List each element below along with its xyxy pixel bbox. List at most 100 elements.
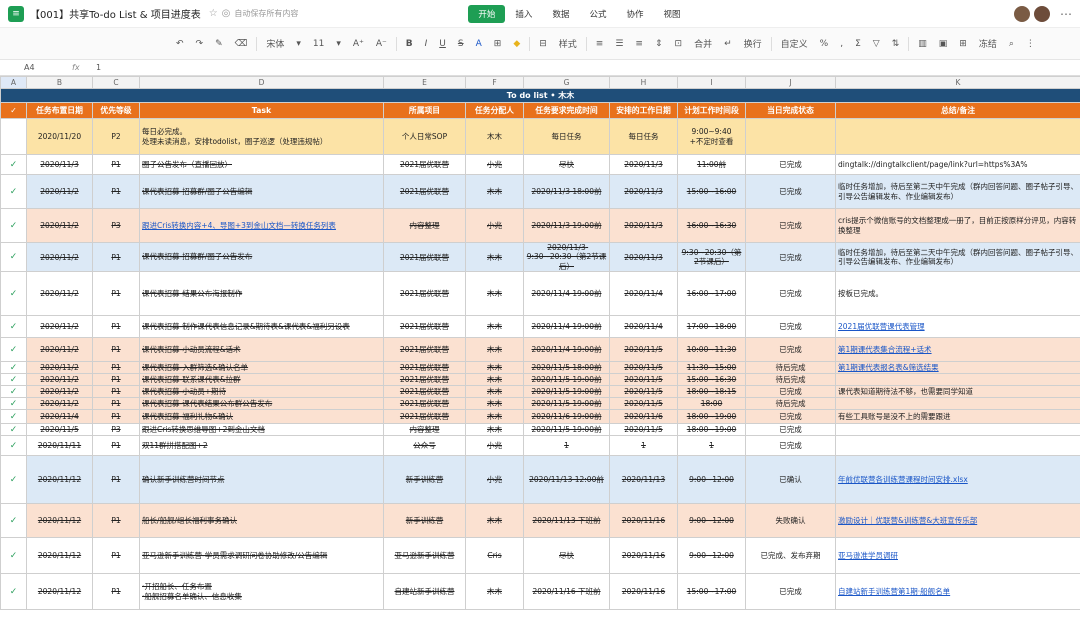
bold-icon[interactable]: B [400, 39, 419, 49]
font-increase-icon[interactable]: A⁺ [347, 39, 370, 49]
freeze-button[interactable]: 冻结 [973, 37, 1003, 50]
cell-priority[interactable]: P1 [92, 455, 140, 505]
cell-due[interactable]: 2020/11/3 9:30~20:30（第2节课后） [523, 241, 610, 273]
cell-workdate[interactable]: 2020/11/4 [609, 271, 678, 317]
column-header[interactable]: D [139, 76, 384, 89]
cell-date[interactable]: 2020/11/2 [26, 337, 93, 363]
cell-due[interactable]: 尽快 [523, 537, 610, 575]
cell-owner[interactable]: 木木 [465, 373, 524, 387]
fill-color-icon[interactable]: ◆ [507, 39, 526, 49]
cell-priority[interactable]: P1 [92, 271, 140, 317]
search-icon[interactable]: ⌕ [1003, 39, 1020, 49]
cell-date[interactable]: 2020/11/2 [26, 315, 93, 339]
cell-notes[interactable] [835, 435, 1080, 457]
cell-check[interactable]: ✓ [0, 537, 27, 575]
wrap-icon[interactable]: ↵ [718, 39, 738, 49]
cell-date[interactable]: 2020/11/12 [26, 503, 93, 539]
cell-due[interactable]: 2020/11/5 19:00前 [523, 397, 610, 411]
cell-check[interactable]: ✓ [0, 271, 27, 317]
cell-owner[interactable]: 小兆 [465, 455, 524, 505]
cell-workdate[interactable]: 2020/11/6 [609, 409, 678, 425]
column-header[interactable]: G [523, 76, 610, 89]
cell-workdate[interactable]: 2020/11/5 [609, 373, 678, 387]
cell-date[interactable]: 2020/11/11 [26, 435, 93, 457]
cell-priority[interactable]: P1 [92, 503, 140, 539]
cell-notes[interactable] [835, 373, 1080, 387]
cell-check[interactable]: ✓ [0, 241, 27, 273]
cell-timeslot[interactable]: 10:00~11:30 [677, 337, 746, 363]
chevron-down-icon[interactable]: ▾ [290, 39, 307, 49]
cell-project[interactable]: 新手训练营 [383, 455, 466, 505]
filter-icon[interactable]: ▽ [867, 39, 886, 49]
cell-status[interactable]: 失败确认 [745, 503, 836, 539]
document-title[interactable]: 【001】共享To-do List & 项目进度表 [30, 6, 201, 21]
format-painter-icon[interactable]: ✎ [209, 39, 229, 49]
cell-project[interactable]: 内容整理 [383, 208, 466, 243]
cell-workdate[interactable]: 2020/11/3 [609, 154, 678, 175]
strikethrough-icon[interactable]: S [452, 39, 470, 49]
header-priority[interactable]: 优先等级 [92, 102, 140, 119]
cell-task[interactable]: 课代表招募-结果公布海报制作 [139, 271, 384, 317]
cell-owner[interactable]: 木木 [465, 174, 524, 209]
header-check[interactable]: ✓ [0, 102, 27, 119]
cell-date[interactable]: 2020/11/2 [26, 271, 93, 317]
cell-notes[interactable] [835, 423, 1080, 437]
column-header[interactable]: H [609, 76, 678, 89]
menu-formula[interactable]: 公式 [579, 5, 616, 23]
cell-owner[interactable]: Cris [465, 537, 524, 575]
formula-input[interactable]: 1 [92, 63, 101, 72]
cell-task[interactable]: 课代表招募-小动员流程&话术 [139, 337, 384, 363]
cell-due[interactable]: 2020/11/3 18:00前 [523, 174, 610, 209]
header-workdate[interactable]: 安排的工作日期 [609, 102, 678, 119]
align-right-icon[interactable]: ≡ [629, 39, 649, 49]
cell-check[interactable]: ✓ [0, 503, 27, 539]
cell-task[interactable]: ·开招船长、任务布置 ·船舰招募名单确认、信息收集 [139, 573, 384, 611]
cell-status[interactable]: 已完成 [745, 385, 836, 399]
cell-status[interactable]: 待后完成 [745, 361, 836, 375]
cell-owner[interactable]: 小兆 [465, 435, 524, 457]
cell-priority[interactable]: P1 [92, 573, 140, 611]
align-center-icon[interactable]: ☰ [609, 39, 629, 49]
cell-due[interactable]: 2020/11/5 18:00前 [523, 361, 610, 375]
cell-workdate[interactable]: 2020/11/16 [609, 573, 678, 611]
cell-task[interactable]: 课代表招募-联系课代表&拉群 [139, 373, 384, 387]
cell-priority[interactable]: P1 [92, 537, 140, 575]
cell-notes[interactable]: dingtalk://dingtalkclient/page/link?url=… [835, 154, 1080, 175]
cell-notes[interactable]: cris提示个微信账号的文档整理成一册了，目前正按原样分评见，内容转换整理 [835, 208, 1080, 243]
cell-status[interactable]: 已完成 [745, 208, 836, 243]
freeze-icon[interactable]: ⊞ [953, 39, 973, 49]
cell-date[interactable]: 2020/11/2 [26, 373, 93, 387]
cell-workdate[interactable]: 2020/11/5 [609, 337, 678, 363]
cell-notes[interactable]: 第1期课代表报名表&筛选结果 [835, 361, 1080, 375]
cell-priority[interactable]: P1 [92, 241, 140, 273]
cell-notes[interactable]: 亚马逊准学员调研 [835, 537, 1080, 575]
cell-owner[interactable]: 木木 [465, 503, 524, 539]
cell-project[interactable]: 内容整理 [383, 423, 466, 437]
cell-status[interactable]: 已完成 [745, 573, 836, 611]
cell-due[interactable]: 2020/11/4 19:00前 [523, 271, 610, 317]
italic-icon[interactable]: I [419, 39, 434, 49]
menu-collab[interactable]: 协作 [616, 5, 653, 23]
cell-priority[interactable]: P1 [92, 397, 140, 411]
cell-check[interactable]: ✓ [0, 435, 27, 457]
cell-owner[interactable]: 木木 [465, 409, 524, 425]
percent-icon[interactable]: % [814, 39, 835, 49]
cell-notes[interactable]: 年前优联营各训练营课程时间安排.xlsx [835, 455, 1080, 505]
cell-task[interactable]: 课代表招募-课代表结果公布群公告发布 [139, 397, 384, 411]
cell-owner[interactable]: 木木 [465, 573, 524, 611]
cell-notes[interactable] [835, 397, 1080, 411]
cell-status[interactable]: 已完成 [745, 315, 836, 339]
cell-check[interactable]: ✓ [0, 397, 27, 411]
cell-due[interactable]: 每日任务 [523, 118, 610, 155]
cell-project[interactable]: 新手训练营 [383, 503, 466, 539]
cell-task[interactable]: 亚马逊新手训练营-学员需求调研问卷协助修改/公告编辑 [139, 537, 384, 575]
cell-notes[interactable]: 有些工具账号是没不上的需要跟进 [835, 409, 1080, 425]
menu-start[interactable]: 开始 [468, 4, 506, 23]
cell-notes[interactable] [835, 118, 1080, 155]
header-timeslot[interactable]: 计划工作时间段 [677, 102, 746, 119]
column-header[interactable]: K [835, 76, 1080, 89]
cell-project[interactable]: 2021届优联营 [383, 337, 466, 363]
cell-owner[interactable]: 木木 [465, 271, 524, 317]
image-icon[interactable]: ▣ [933, 39, 954, 49]
cell-date[interactable]: 2020/11/20 [26, 118, 93, 155]
